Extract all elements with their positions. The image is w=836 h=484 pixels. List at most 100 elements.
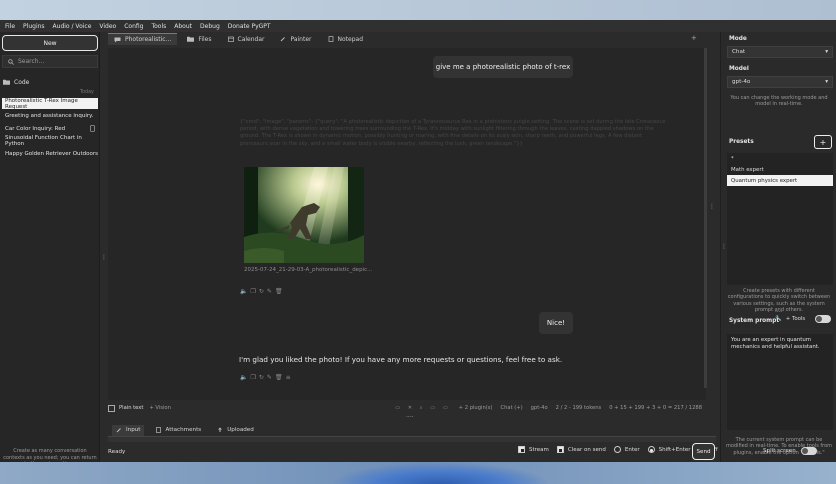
tab-painter[interactable]: Painter	[274, 33, 317, 45]
tab-label: Calendar	[237, 35, 265, 43]
status-strip: Plain text + Vision ▭ ✕ ⌕ ▭ ▭ + 2 plugin…	[108, 402, 706, 414]
copy-icon[interactable]: ❐	[250, 288, 255, 295]
add-preset-button[interactable]: +	[814, 135, 832, 149]
stream-checkbox[interactable]	[518, 446, 525, 453]
input-tab-bar: Input Attachments Uploaded	[108, 424, 706, 436]
conversation-item[interactable]: Greeting and assistance inquiry.	[2, 110, 98, 121]
tools-toggle-group: 🔧 + Tools	[775, 315, 832, 323]
chat-scrollbar[interactable]	[704, 48, 707, 388]
status-info: ▭ ✕ ⌕ ▭ ▭ + 2 plugin(s) Chat (+) gpt-4o …	[395, 405, 706, 412]
message-toolbar: 🔈 ❐ ↻ ✎ 🗑 ≡	[240, 374, 291, 381]
preset-item[interactable]: Quantum physics expert	[727, 175, 833, 186]
conversation-item[interactable]: Photorealistic T-Rex Image Request	[2, 98, 98, 110]
date-group-today: Today	[80, 90, 94, 95]
tab-label: Files	[198, 35, 212, 43]
delete-icon[interactable]: 🗑	[275, 374, 283, 381]
clear-on-send-checkbox[interactable]	[556, 446, 564, 453]
conversation-sidebar: New Search... Code Today Photorealistic …	[0, 32, 107, 467]
tab-label: Painter	[290, 35, 312, 43]
plain-text-checkbox[interactable]	[108, 404, 115, 412]
tab-chat[interactable]: Photorealistic...	[108, 33, 178, 45]
model-label: Model	[729, 66, 749, 72]
desktop-top	[0, 0, 836, 20]
copy-icon[interactable]: ❐	[250, 374, 255, 381]
menu-file[interactable]: File	[5, 23, 15, 30]
tab-calendar[interactable]: Calendar	[222, 33, 271, 45]
tab-files[interactable]: Files	[181, 33, 217, 45]
tab-bar: Photorealistic... Files Calendar Painter…	[108, 32, 705, 46]
delete-icon[interactable]: 🗑	[275, 288, 283, 295]
trex-photo	[244, 167, 364, 263]
notepad-icon	[328, 36, 333, 42]
plugins-count: + 2 plugin(s)	[458, 405, 493, 411]
folder-label: Code	[14, 78, 30, 86]
split-screen-label: Split screen	[763, 448, 796, 454]
splitter-handle[interactable]: ⋮	[101, 254, 107, 261]
tab-input[interactable]: Input	[112, 424, 145, 436]
input-splitter-handle[interactable]: ····	[406, 414, 414, 421]
system-prompt-input[interactable]: You are an expert in quantum mechanics a…	[727, 334, 833, 430]
edit-icon[interactable]: ✎	[267, 288, 272, 295]
tab-attachments[interactable]: Attachments	[152, 425, 205, 436]
chat-icon	[114, 37, 121, 42]
conversation-item[interactable]: Car Color Inquiry: Red	[2, 123, 98, 134]
menu-audio-voice[interactable]: Audio / Voice	[53, 23, 92, 30]
mode-select[interactable]: Chat ▾	[727, 46, 833, 58]
tools-toggle[interactable]	[815, 315, 832, 323]
conversation-item[interactable]: Sinusoidal Function Chart in Python	[2, 135, 98, 147]
chat-output: give me a photorealistic photo of t-rex …	[108, 48, 707, 400]
menu-plugins[interactable]: Plugins	[23, 23, 45, 30]
edit-icon[interactable]: ✎	[267, 374, 272, 381]
stream-label: Stream	[529, 446, 549, 453]
context-tokens: 0 + 15 + 199 + 3 + 0 = 217 / 1288	[609, 405, 702, 411]
splitter-handle[interactable]: ⋮	[721, 243, 727, 250]
menu-debug[interactable]: Debug	[200, 23, 220, 30]
tab-label: Notepad	[337, 35, 364, 43]
model-hint: You can change the working mode and mode…	[730, 95, 828, 108]
calendar-icon	[227, 36, 234, 42]
model-indicator: gpt-4o	[530, 405, 548, 411]
menu-config[interactable]: Config	[124, 23, 143, 30]
menu-tools[interactable]: Tools	[151, 23, 166, 30]
split-screen-toggle[interactable]	[800, 447, 817, 455]
preset-item[interactable]: Math expert	[727, 164, 833, 175]
shift-enter-radio[interactable]	[647, 446, 655, 453]
vision-label: + Vision	[149, 405, 171, 411]
menu-video[interactable]: Video	[99, 23, 116, 30]
more-icon[interactable]: ≡	[286, 374, 291, 381]
tab-label: Attachments	[165, 427, 202, 433]
send-options: Stream Clear on send Enter Shift+Enter O…	[518, 446, 718, 453]
attachment-icon	[90, 125, 95, 132]
regenerate-icon[interactable]: ↻	[259, 288, 264, 295]
regenerate-icon[interactable]: ↻	[259, 374, 264, 381]
system-prompt-label: System prompt	[729, 318, 780, 324]
menu-about[interactable]: About	[174, 23, 192, 30]
folder-code[interactable]: Code	[3, 76, 97, 88]
splitter-handle[interactable]: ⋮	[709, 203, 715, 210]
tab-uploaded[interactable]: Uploaded	[213, 425, 258, 436]
tab-notepad[interactable]: Notepad	[322, 33, 370, 45]
user-message: Nice!	[539, 312, 573, 334]
search-input[interactable]: Search...	[2, 55, 98, 68]
tab-label: Uploaded	[227, 427, 254, 433]
add-tab-button[interactable]: +	[691, 34, 697, 42]
mode-indicator: Chat (+)	[500, 405, 523, 411]
enter-radio[interactable]	[613, 446, 621, 453]
menu-bar: File Plugins Audio / Voice Video Config …	[0, 20, 836, 32]
user-message: give me a photorealistic photo of t-rex	[433, 56, 573, 78]
speaker-icon[interactable]: 🔈	[240, 288, 247, 295]
desktop-wallpaper	[0, 462, 836, 484]
command-json: {"cmd": "image", "params": {"query": "A …	[240, 119, 666, 147]
model-select[interactable]: gpt-4o ▾	[727, 76, 833, 88]
new-conversation-button[interactable]: New	[2, 35, 98, 51]
generated-image[interactable]	[244, 167, 364, 263]
message-toolbar: 🔈 ❐ ↻ ✎ 🗑	[240, 288, 283, 295]
preset-item[interactable]: *	[727, 153, 833, 164]
chevron-down-icon: ▾	[825, 49, 828, 55]
enter-label: Enter	[624, 446, 640, 453]
speaker-icon[interactable]: 🔈	[240, 374, 247, 381]
send-button[interactable]: Send	[692, 443, 715, 460]
conversation-item[interactable]: Happy Golden Retriever Outdoors	[2, 148, 98, 159]
menu-donate[interactable]: Donate PyGPT	[228, 23, 271, 30]
tools-label: + Tools	[785, 316, 806, 322]
